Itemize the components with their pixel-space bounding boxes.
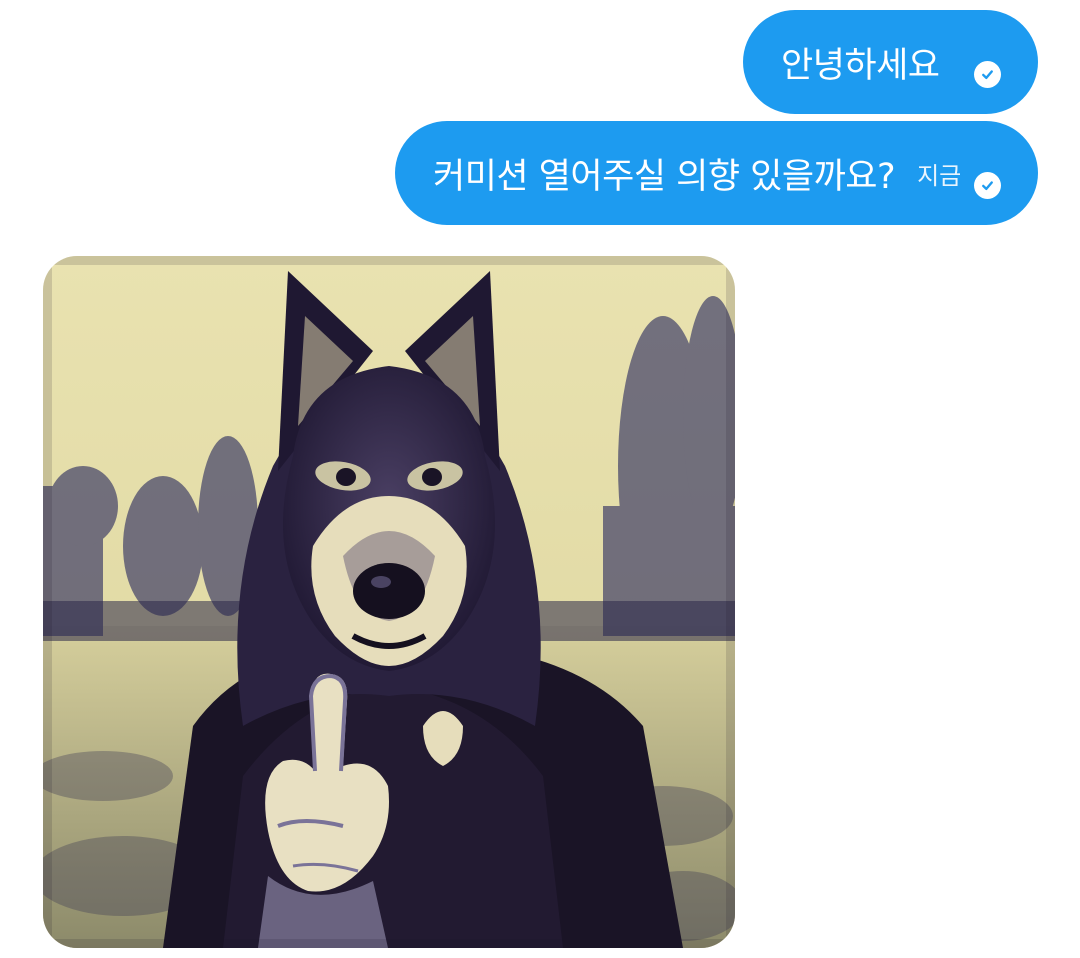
check-circle-icon xyxy=(974,61,1001,88)
message-text: 커미션 열어주실 의향 있을까요? xyxy=(433,156,896,197)
sent-message-bubble[interactable]: 안녕하세요 xyxy=(743,10,1038,114)
wolf-photo xyxy=(43,256,735,948)
check-circle-icon xyxy=(974,172,1001,199)
message-timestamp: 지금 xyxy=(917,161,962,190)
image-attachment[interactable] xyxy=(43,256,735,948)
sent-message-bubble[interactable]: 커미션 열어주실 의향 있을까요? 지금 xyxy=(395,121,1038,225)
message-text: 안녕하세요 xyxy=(781,45,940,86)
